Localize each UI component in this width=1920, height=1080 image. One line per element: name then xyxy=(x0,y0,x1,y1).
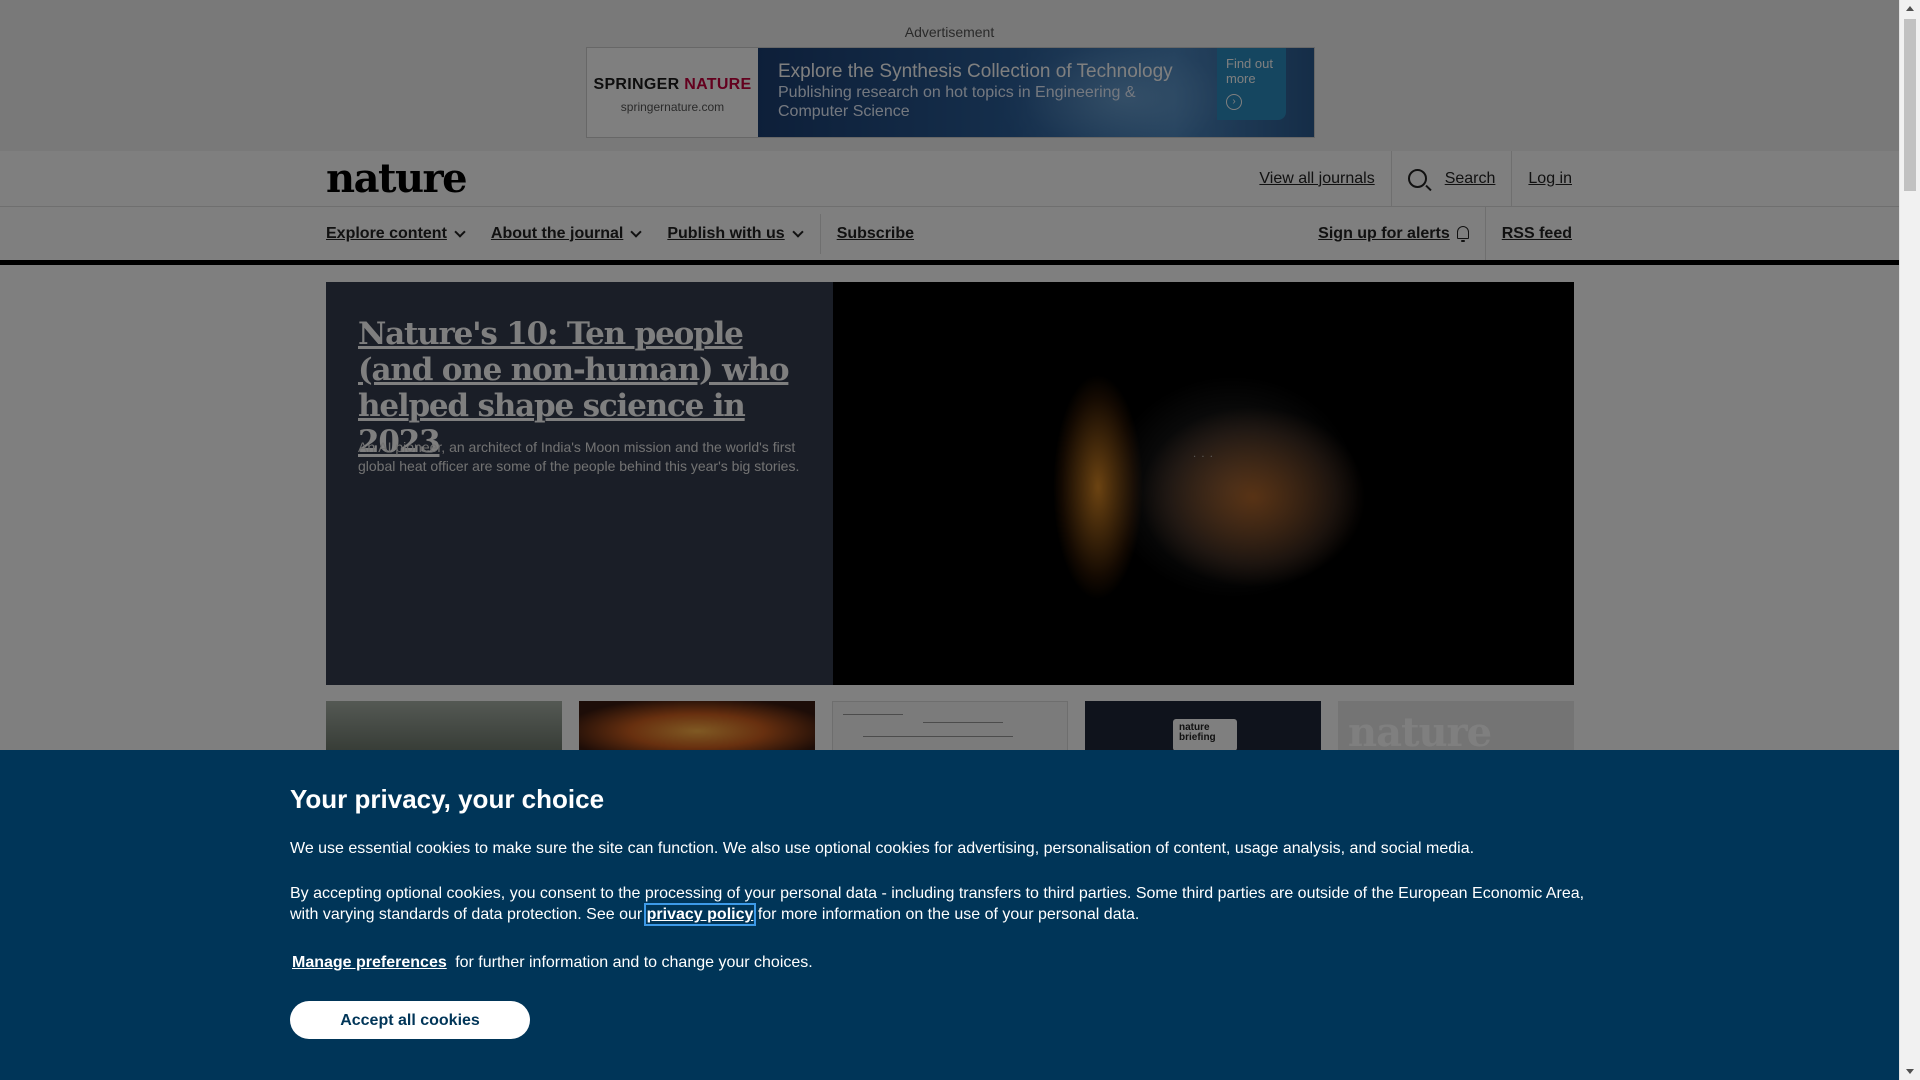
cookie-consent-banner: Your privacy, your choice We use essenti… xyxy=(0,750,1899,1080)
privacy-paragraph-3: Manage preferences for further informati… xyxy=(290,952,1610,973)
privacy-text-after: for more information on the use of your … xyxy=(757,906,1140,923)
scroll-down-arrow-icon[interactable] xyxy=(1900,1063,1920,1080)
scrollbar-thumb[interactable] xyxy=(1904,19,1916,191)
privacy-paragraph-2: By accepting optional cookies, you conse… xyxy=(290,883,1610,926)
privacy-policy-link[interactable]: privacy policy xyxy=(643,903,757,926)
page: Advertisement SPRINGER NATURE springerna… xyxy=(0,0,1899,1080)
accept-all-cookies-button[interactable]: Accept all cookies xyxy=(290,1001,530,1039)
scroll-up-arrow-icon[interactable] xyxy=(1900,0,1920,17)
privacy-paragraph-1: We use essential cookies to make sure th… xyxy=(290,840,1475,857)
privacy-title: Your privacy, your choice xyxy=(290,784,605,814)
manage-preferences-link[interactable]: Manage preferences xyxy=(292,954,447,971)
page-scrollbar[interactable] xyxy=(1899,0,1920,1080)
manage-text-after: for further information and to change yo… xyxy=(455,954,813,971)
